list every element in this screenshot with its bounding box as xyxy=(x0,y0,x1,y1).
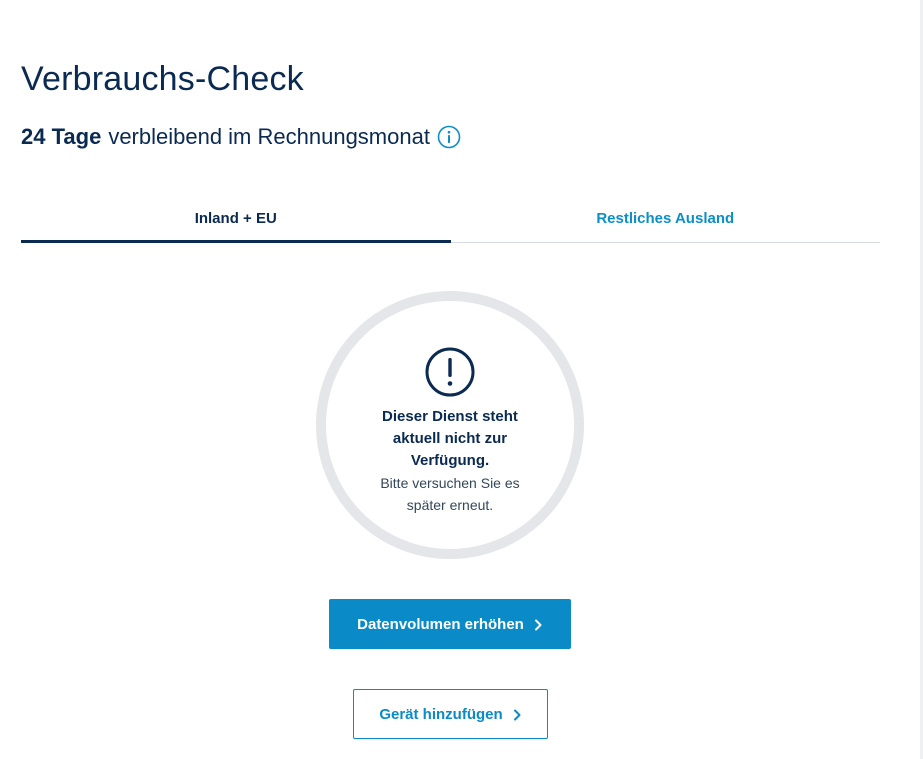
add-device-button[interactable]: Gerät hinzufügen xyxy=(353,689,548,739)
billing-days-remaining: 24 Tage verbleibend im Rechnungsmonat xyxy=(21,124,461,150)
add-device-label: Gerät hinzufügen xyxy=(379,705,503,723)
chevron-right-icon xyxy=(512,708,522,721)
increase-data-volume-button[interactable]: Datenvolumen erhöhen xyxy=(329,599,571,649)
service-unavailable-title: Dieser Dienst steht aktuell nicht zur Ve… xyxy=(382,408,518,469)
usage-gauge: Dieser Dienst steht aktuell nicht zur Ve… xyxy=(316,291,584,559)
tab-restliches-ausland[interactable]: Restliches Ausland xyxy=(451,196,881,242)
service-unavailable-subtitle: Bitte versuchen Sie es später erneut. xyxy=(380,475,520,513)
increase-data-volume-label: Datenvolumen erhöhen xyxy=(357,615,524,633)
exclamation-circle-icon xyxy=(424,346,476,398)
region-tabs: Inland + EU Restliches Ausland xyxy=(21,196,880,243)
chevron-right-icon xyxy=(533,618,543,631)
days-remaining-count: 24 Tage xyxy=(21,124,102,149)
info-icon[interactable] xyxy=(437,125,461,149)
days-remaining-text: verbleibend im Rechnungsmonat xyxy=(108,124,430,149)
page-title: Verbrauchs-Check xyxy=(21,60,304,98)
tab-inland-eu[interactable]: Inland + EU xyxy=(21,196,451,243)
